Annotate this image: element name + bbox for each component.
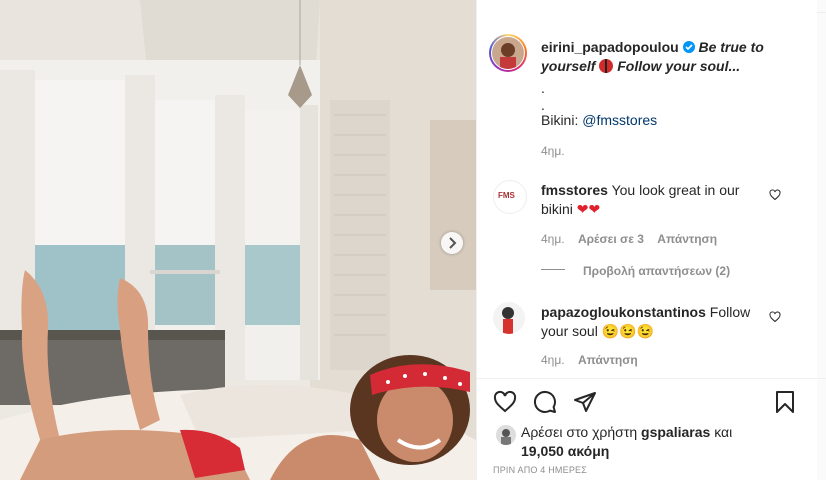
divider (477, 378, 826, 379)
bikini-line: Bikini: @fmsstores (541, 111, 657, 130)
comment-text: Follow (709, 304, 751, 320)
bikini-link[interactable]: @fmsstores (582, 112, 657, 128)
liker-avatar[interactable] (495, 424, 517, 446)
heart-icon[interactable] (493, 390, 517, 414)
bikini-label: Bikini: (541, 112, 579, 128)
comment-time[interactable]: 4ημ. (541, 353, 565, 367)
likes-prefix: Αρέσει στο χρήστη (521, 424, 638, 440)
share-icon[interactable] (573, 390, 597, 414)
post-details-panel: eirini_papadopoulou Be true to yourself … (476, 0, 826, 480)
comment-avatar[interactable]: FMS (493, 180, 527, 214)
post-timestamp[interactable]: ΠΡΙΝ ΑΠΟ 4 ΗΜΕΡΕΣ (493, 465, 587, 475)
comment-username[interactable]: papazogloukonstantinos (541, 304, 706, 320)
comment-time[interactable]: 4ημ. (541, 232, 565, 246)
avatar-logo-text: FMS (498, 191, 515, 200)
comment-meta: 4ημ. Απάντηση (541, 353, 638, 367)
caption-text-2: yourself (541, 58, 596, 74)
comment-text: You look great in our (611, 182, 740, 198)
caption-text: Be true to (698, 39, 764, 55)
replies-line (541, 269, 565, 270)
comment-username[interactable]: fmsstores (541, 182, 608, 198)
caption-time[interactable]: 4ημ. (541, 144, 565, 158)
bookmark-icon[interactable] (773, 390, 797, 414)
likes-summary: Αρέσει στο χρήστη gspaliaras και 19,050 … (521, 423, 811, 461)
reply-button[interactable]: Απάντηση (578, 353, 638, 367)
comment-icon[interactable] (533, 390, 557, 414)
caption: eirini_papadopoulou Be true to yourself … (541, 38, 817, 76)
comment-text-2: bikini (541, 201, 573, 217)
liker-username[interactable]: gspaliaras (641, 424, 710, 440)
comment-avatar[interactable] (493, 302, 525, 334)
view-replies-button[interactable]: Προβολή απαντήσεων (2) (583, 264, 730, 278)
heart-emoji: ❤❤ (576, 201, 601, 217)
wink-emoji: 😉😉😉 (601, 323, 654, 339)
next-arrow-icon (449, 237, 457, 249)
comment-2: papazogloukonstantinos Follow your soul … (541, 303, 781, 341)
story-ring[interactable] (489, 34, 527, 72)
comment-like-heart-icon[interactable] (769, 189, 781, 201)
comment-like-heart-icon[interactable] (769, 311, 781, 323)
ladybug-icon (599, 59, 614, 73)
comment-text-2: your soul (541, 323, 598, 339)
reply-button[interactable]: Απάντηση (657, 232, 717, 246)
likes-and: και (714, 424, 733, 440)
likes-count-button[interactable]: 19,050 ακόμη (521, 443, 609, 459)
comment-1: fmsstores You look great in our bikini ❤… (541, 181, 781, 219)
post-image[interactable] (0, 0, 476, 480)
comment-meta: 4ημ. Αρέσει σε 3 Απάντηση (541, 232, 717, 246)
verified-icon (682, 41, 695, 53)
caption-username[interactable]: eirini_papadopoulou (541, 39, 679, 55)
comment-likes[interactable]: Αρέσει σε 3 (578, 232, 644, 246)
caption-text-3: Follow your soul... (617, 58, 741, 74)
avatar (492, 37, 524, 69)
next-arrow-button[interactable] (441, 232, 463, 254)
bedroom-photo (0, 0, 476, 480)
